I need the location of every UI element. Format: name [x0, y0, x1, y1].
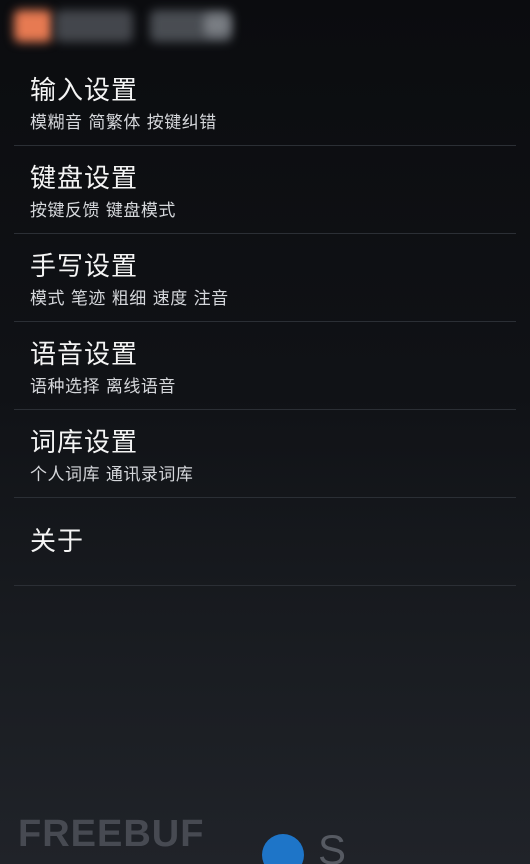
blurred-title-segment: [55, 10, 133, 42]
menu-item-handwriting-settings[interactable]: 手写设置 模式 笔迹 粗细 速度 注音: [14, 234, 516, 322]
blurred-app-icon: [14, 10, 52, 42]
menu-item-voice-settings[interactable]: 语音设置 语种选择 离线语音: [14, 322, 516, 410]
blurred-title-segment: [204, 14, 230, 36]
menu-item-title: 手写设置: [30, 252, 139, 282]
settings-screen: 输入设置 模糊音 简繁体 按键纠错 键盘设置 按键反馈 键盘模式 手写设置 模式…: [0, 0, 530, 864]
menu-item-title: 键盘设置: [30, 164, 139, 194]
blurred-header: [0, 0, 530, 54]
menu-item-subtitle: 语种选择 离线语音: [30, 377, 176, 397]
menu-item-subtitle: 按键反馈 键盘模式: [30, 201, 176, 221]
menu-item-subtitle: 个人词库 通讯录词库: [30, 465, 194, 485]
menu-item-title: 词库设置: [30, 428, 139, 458]
menu-item-input-settings[interactable]: 输入设置 模糊音 简繁体 按键纠错: [14, 58, 516, 146]
menu-item-dictionary-settings[interactable]: 词库设置 个人词库 通讯录词库: [14, 410, 516, 498]
menu-item-keyboard-settings[interactable]: 键盘设置 按键反馈 键盘模式: [14, 146, 516, 234]
menu-item-subtitle: 模式 笔迹 粗细 速度 注音: [30, 289, 229, 309]
settings-menu: 输入设置 模糊音 简繁体 按键纠错 键盘设置 按键反馈 键盘模式 手写设置 模式…: [0, 58, 530, 586]
watermark-text: FREEBUF: [18, 813, 205, 855]
menu-item-title: 输入设置: [30, 76, 139, 106]
menu-item-subtitle: 模糊音 简繁体 按键纠错: [30, 113, 217, 133]
partial-watermark-text-fragment: S: [318, 826, 347, 864]
menu-item-about[interactable]: 关于: [14, 498, 516, 586]
partial-blue-logo-icon: [262, 834, 304, 864]
menu-item-title: 关于: [30, 527, 85, 557]
menu-item-title: 语音设置: [30, 340, 139, 370]
